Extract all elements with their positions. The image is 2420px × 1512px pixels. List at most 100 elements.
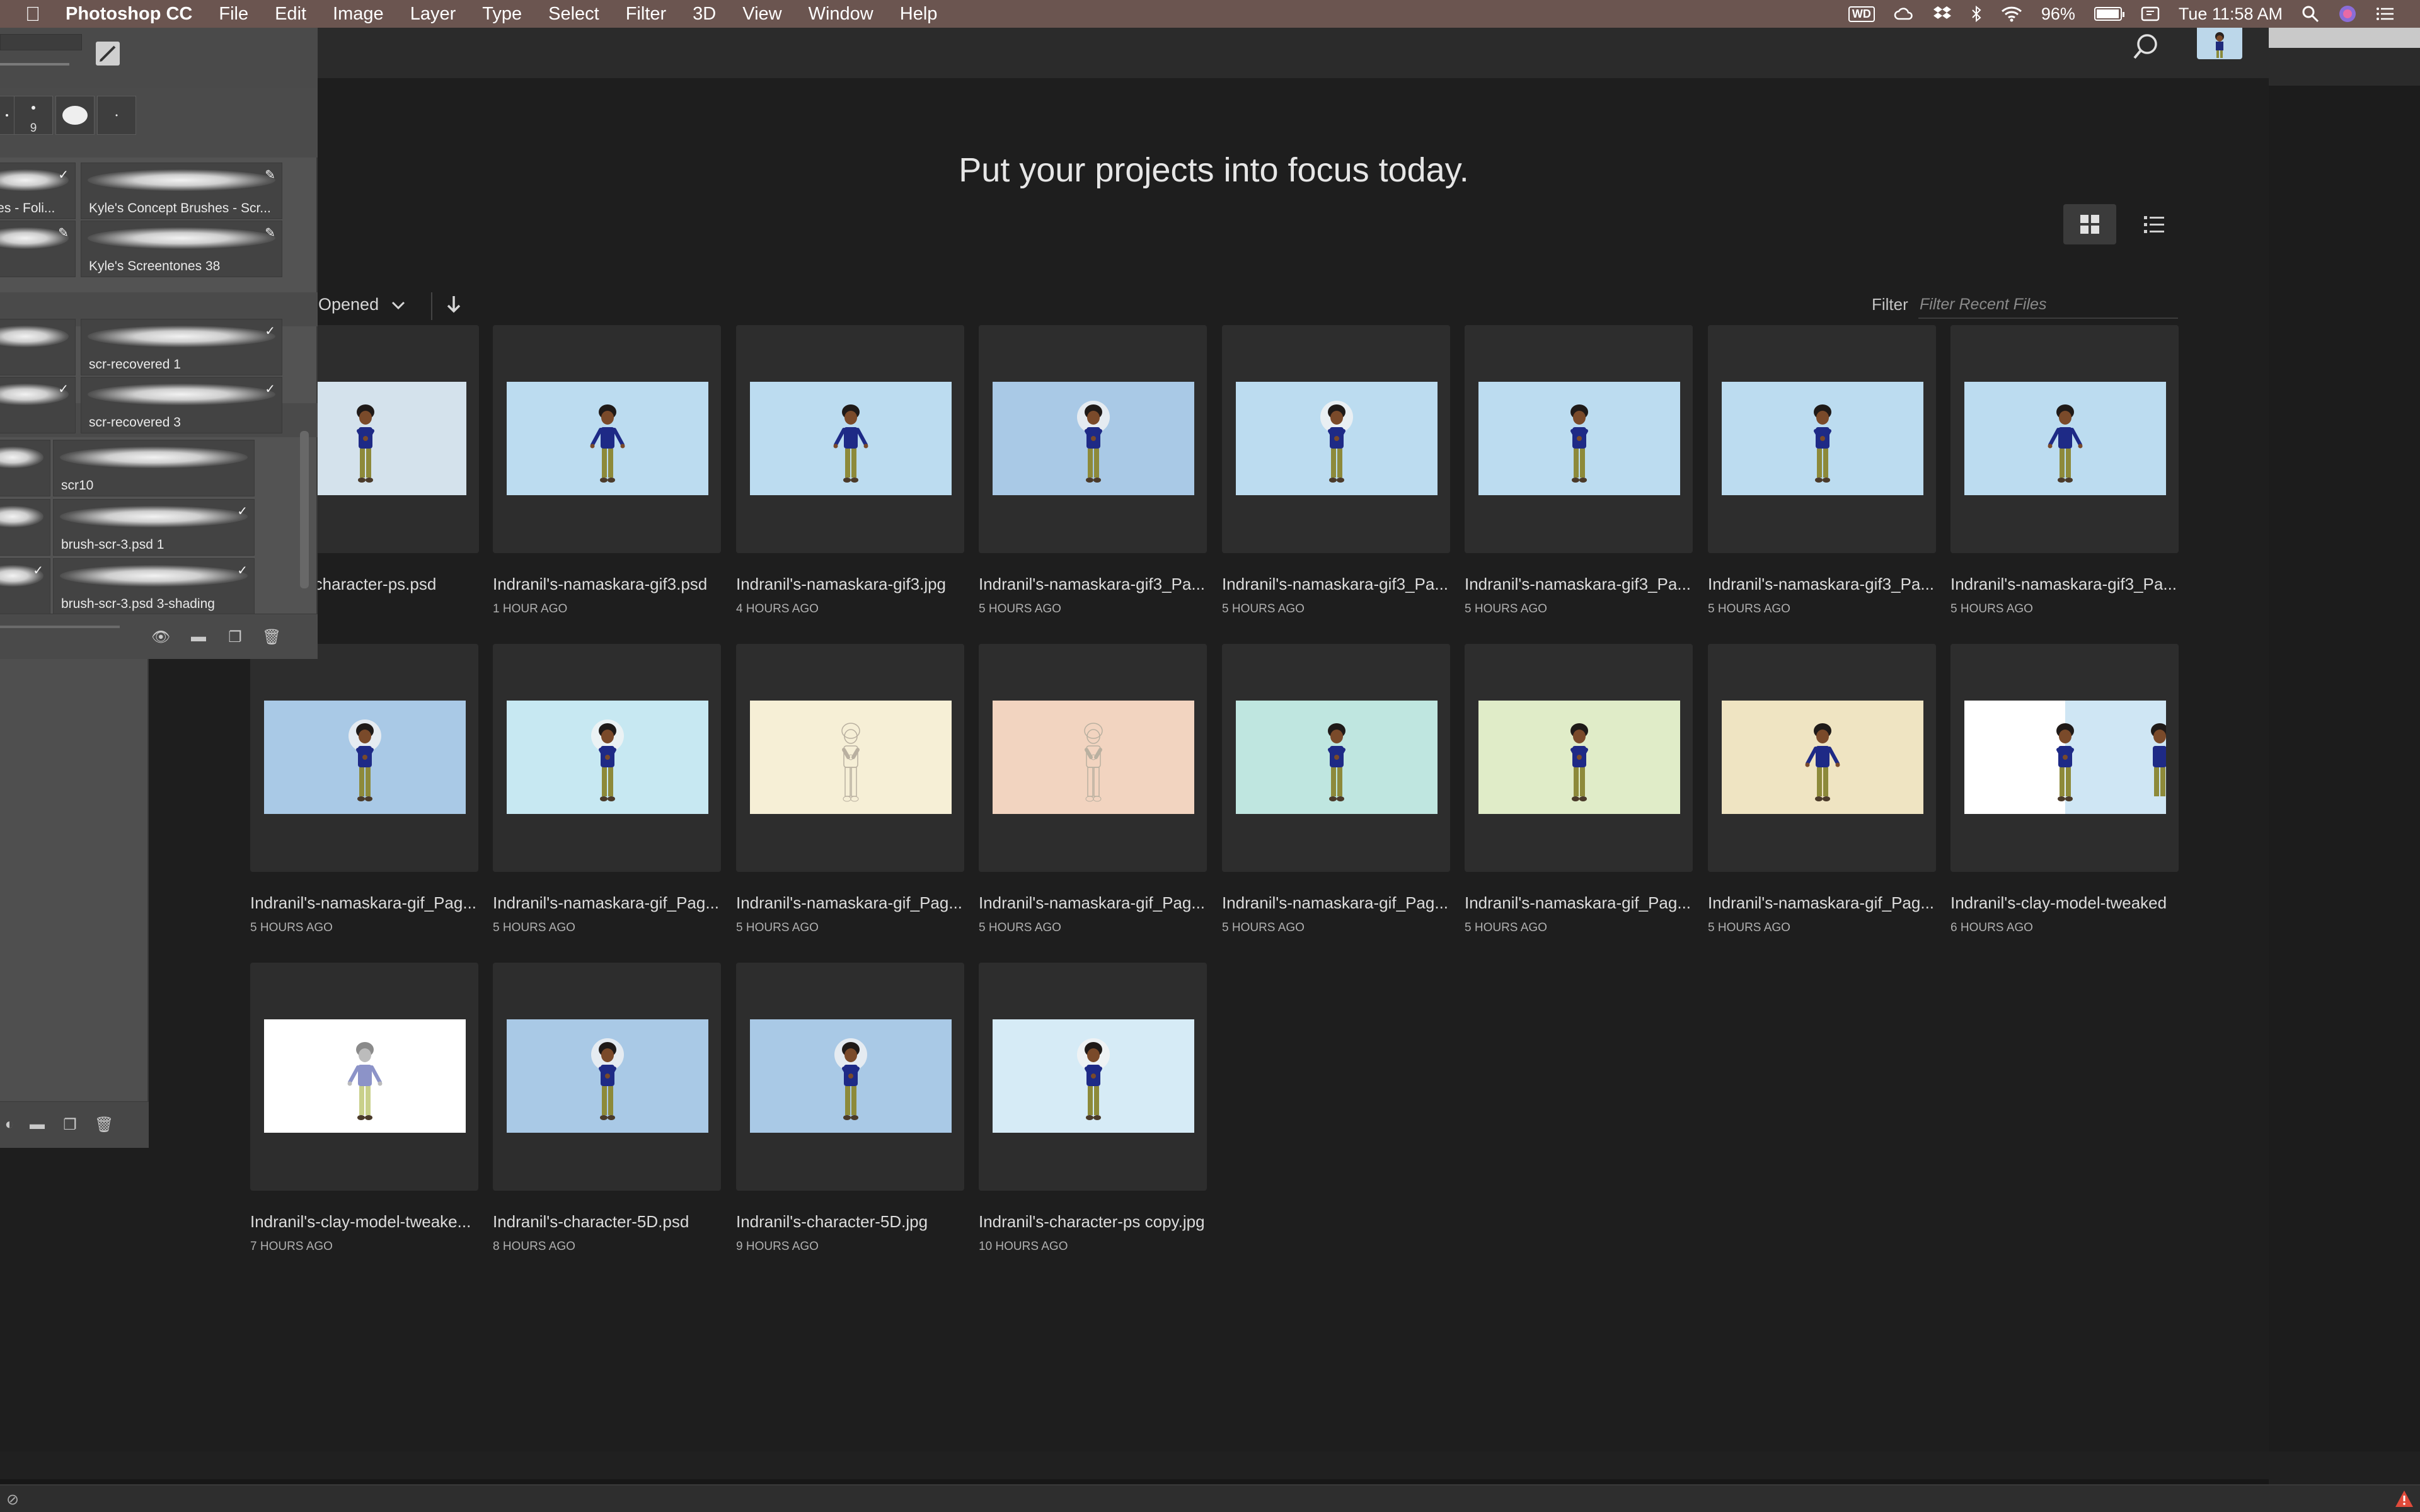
menu-window[interactable]: Window [809,4,873,25]
dropbox-icon[interactable] [1933,4,1952,23]
brush-item[interactable]: scr-recovered 1 ✓ [81,319,282,375]
new-layer-icon[interactable]: ❐ [60,1116,79,1133]
file-card[interactable]: Indranil's-namaskara-gif3_Pa... 5 HOURS … [1465,325,1695,646]
delete-brush-icon[interactable]: 🗑 [262,628,281,646]
menu-3d[interactable]: 3D [693,4,716,25]
file-thumbnail-frame[interactable] [1465,644,1693,872]
search-icon[interactable] [2133,32,2165,63]
avatar[interactable] [2197,28,2242,59]
file-card[interactable]: Indranil's-namaskara-gif3_Pa... 5 HOURS … [1708,325,1939,646]
new-group-folder-icon[interactable]: ▬ [189,628,208,646]
file-thumbnail-frame[interactable] [1465,325,1693,553]
file-card[interactable]: Indranil's-namaskara-gif_Pag... 5 HOURS … [250,644,481,965]
file-thumbnail-frame[interactable] [736,644,964,872]
wifi-icon[interactable] [2001,4,2022,23]
file-thumbnail-frame[interactable] [1222,325,1450,553]
battery-icon[interactable] [2094,4,2124,23]
brush-item[interactable]: Kyle's Screentones 38 ✎ [81,220,282,277]
menu-select[interactable]: Select [548,4,599,25]
app-menu[interactable]: Photoshop CC [66,4,192,25]
brush-item[interactable]: Kyle's Concept Brushes - Scr... ✎ [81,163,282,219]
menu-image[interactable]: Image [333,4,384,25]
menu-edit[interactable]: Edit [275,4,306,25]
file-card[interactable]: Indranil's-namaskara-gif_Pag... 5 HOURS … [1465,644,1695,965]
file-thumbnail-frame[interactable] [1222,644,1450,872]
menu-type[interactable]: Type [482,4,522,25]
folder-icon[interactable]: ▬ [28,1116,47,1133]
file-thumbnail-frame[interactable] [736,963,964,1191]
brush-item[interactable]: shes - Foli... ✓ [0,163,76,219]
brush-item[interactable] [0,440,50,496]
notification-center-icon[interactable] [2376,4,2395,23]
siri-icon[interactable] [2338,4,2357,23]
file-thumbnail-frame[interactable] [1950,644,2179,872]
menu-filter[interactable]: Filter [626,4,666,25]
menu-view[interactable]: View [742,4,781,25]
creative-cloud-icon[interactable] [1894,4,1914,23]
file-thumbnail-frame[interactable] [979,325,1207,553]
file-card[interactable]: Indranil's-clay-model-tweake... 7 HOURS … [250,963,481,1284]
trash-icon[interactable]: 🗑 [95,1116,113,1133]
brush-item[interactable]: brush-scr-3.psd 1 ✓ [53,499,255,556]
brush-preset-3[interactable] [55,96,95,135]
menu-layer[interactable]: Layer [410,4,456,25]
file-thumbnail-frame[interactable] [736,325,964,553]
file-card[interactable]: Indranil's-clay-model-tweaked 6 HOURS AG… [1950,644,2181,965]
sort-dropdown[interactable]: t Opened [309,295,405,314]
clock[interactable]: Tue 11:58 AM [2179,4,2283,23]
file-thumbnail-frame[interactable] [1708,325,1936,553]
apple-menu-icon[interactable]:  [0,3,66,26]
file-card[interactable]: Indranil's-namaskara-gif_Pag... 5 HOURS … [1708,644,1939,965]
file-thumbnail-frame[interactable] [493,963,721,1191]
brush-item[interactable]: 35 ✎ [0,220,76,277]
menu-help[interactable]: Help [900,4,938,25]
eye-toggle-icon[interactable]: 👁 [151,628,170,646]
brush-preview-slider[interactable] [0,626,120,628]
file-card[interactable]: Indranil's-namaskara-gif3_Pa... 5 HOURS … [1222,325,1453,646]
file-thumbnail-frame[interactable] [979,644,1207,872]
warning-icon[interactable] [2395,1489,2414,1508]
file-card[interactable]: Indranil's-namaskara-gif3_Pa... 5 HOURS … [979,325,1209,646]
file-card[interactable]: Indranil's-character-ps copy.jpg 10 HOUR… [979,963,1209,1284]
file-card[interactable]: Indranil's-namaskara-gif3.jpg 4 HOURS AG… [736,325,967,646]
brushes-scrollbar[interactable] [300,431,309,588]
brush-settings-icon[interactable] [96,42,120,66]
spotlight-icon[interactable] [2302,4,2319,23]
new-brush-icon[interactable]: ❐ [226,628,245,646]
list-view-button[interactable] [2128,204,2181,244]
file-thumbnail-frame[interactable] [250,644,478,872]
file-card[interactable]: Indranil's-namaskara-gif_Pag... 5 HOURS … [736,644,967,965]
file-card[interactable]: Indranil's-namaskara-gif_Pag... 5 HOURS … [493,644,723,965]
file-card[interactable]: -character-ps.psd [284,325,514,646]
file-card[interactable]: Indranil's-namaskara-gif_Pag... 5 HOURS … [979,644,1209,965]
file-thumbnail-frame[interactable] [250,963,478,1191]
file-thumbnail-frame[interactable] [1708,644,1936,872]
brush-item[interactable] [0,499,50,556]
file-thumbnail-frame[interactable] [979,963,1207,1191]
file-card[interactable]: Indranil's-namaskara-gif_Pag... 5 HOURS … [1222,644,1453,965]
display-icon[interactable] [2141,4,2160,23]
grid-view-button[interactable] [2063,204,2116,244]
file-card[interactable]: Indranil's-character-5D.jpg 9 HOURS AGO [736,963,967,1284]
file-thumbnail-frame[interactable] [493,325,721,553]
filter-input[interactable] [1918,291,2178,319]
brush-item[interactable]: ✓ [0,377,76,433]
sync-status-icon[interactable]: ⊘ [6,1491,24,1508]
brush-preset-4[interactable] [97,96,136,135]
link-icon[interactable]: ◐ [0,1116,19,1133]
brush-size-slider[interactable] [0,63,69,66]
sort-arrow-icon[interactable] [446,295,461,319]
wd-drive-icon[interactable]: WD [1848,4,1875,23]
brush-item[interactable]: ✓ [0,558,50,615]
brush-item[interactable]: brush-scr-3.psd 3-shading ✓ [53,558,255,615]
brush-item[interactable] [0,319,76,375]
file-thumbnail-frame[interactable] [1950,325,2179,553]
file-card[interactable]: Indranil's-character-5D.psd 8 HOURS AGO [493,963,723,1284]
bluetooth-icon[interactable] [1971,4,1982,23]
file-card[interactable]: Indranil's-namaskara-gif3.psd 1 HOUR AGO [493,325,723,646]
brush-size-field[interactable] [0,34,82,50]
file-thumbnail-frame[interactable] [493,644,721,872]
brush-preset-2[interactable]: 9 [14,96,53,135]
brush-item[interactable]: scr10 [53,440,255,496]
brush-item[interactable]: scr-recovered 3 ✓ [81,377,282,433]
